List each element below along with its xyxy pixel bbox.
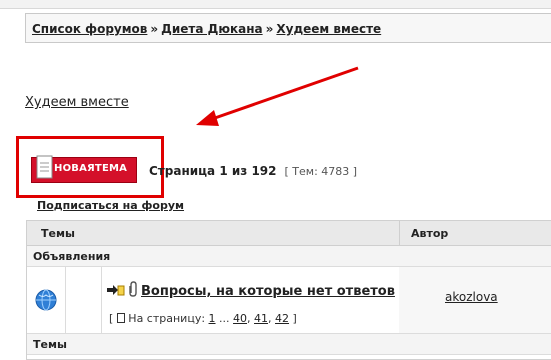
topics-table: Темы Автор Объявления Вопросы, на которы… [26, 220, 551, 360]
page-link[interactable]: 42 [275, 312, 289, 325]
header-topics: Темы [41, 227, 75, 240]
section-label: Темы [33, 338, 67, 351]
topic-title: Вопросы, на которые нет ответов [107, 281, 397, 299]
pages-prefix: На страницу: [128, 312, 206, 325]
pages-bracket-open: [ [109, 312, 117, 325]
page-link[interactable]: 41 [254, 312, 268, 325]
header-author: Автор [411, 227, 449, 240]
page-prefix: Страница [149, 164, 220, 178]
topic-title-link[interactable]: Вопросы, на которые нет ответов [141, 284, 395, 299]
table-header: Темы Автор [27, 221, 551, 246]
page-link[interactable]: 40 [233, 312, 247, 325]
topic-pages: [ На страницу: 1 ... 40, 41, 42 ] [109, 312, 297, 325]
row-icon-cell [27, 267, 66, 333]
row-empty-cell [65, 267, 102, 333]
header-divider [399, 221, 400, 245]
author-link[interactable]: akozlova [445, 290, 498, 304]
page-total: 192 [251, 164, 277, 178]
pagination-info: Страница 1 из 192 [ Тем: 4783 ] [149, 164, 357, 178]
row-main-cell: Вопросы, на которые нет ответов [ На стр… [101, 267, 400, 333]
new-topic-label: НОВАЯТЕМА [54, 163, 128, 174]
pages-doc-icon [116, 313, 125, 323]
paperclip-icon [129, 281, 137, 297]
section-announcements: Объявления [27, 246, 551, 267]
document-icon [36, 155, 53, 179]
page-current: 1 [219, 164, 228, 178]
new-topic-button[interactable]: НОВАЯТЕМА [31, 155, 137, 183]
pages-bracket-close: ] [292, 312, 297, 325]
page-link[interactable]: 1 [209, 312, 216, 325]
globe-icon [35, 289, 57, 311]
subscribe-forum-link[interactable]: Подписаться на форум [37, 199, 184, 212]
page-ellipsis: ... [219, 312, 230, 325]
topics-count: [ Тем: 4783 ] [284, 165, 358, 178]
page-of: из [227, 164, 252, 178]
table-row: Вопросы, на которые нет ответов [ На стр… [27, 267, 551, 334]
section-label: Объявления [33, 250, 111, 263]
sticky-arrow-icon [107, 285, 125, 296]
row-author-cell: akozlova [399, 267, 551, 333]
